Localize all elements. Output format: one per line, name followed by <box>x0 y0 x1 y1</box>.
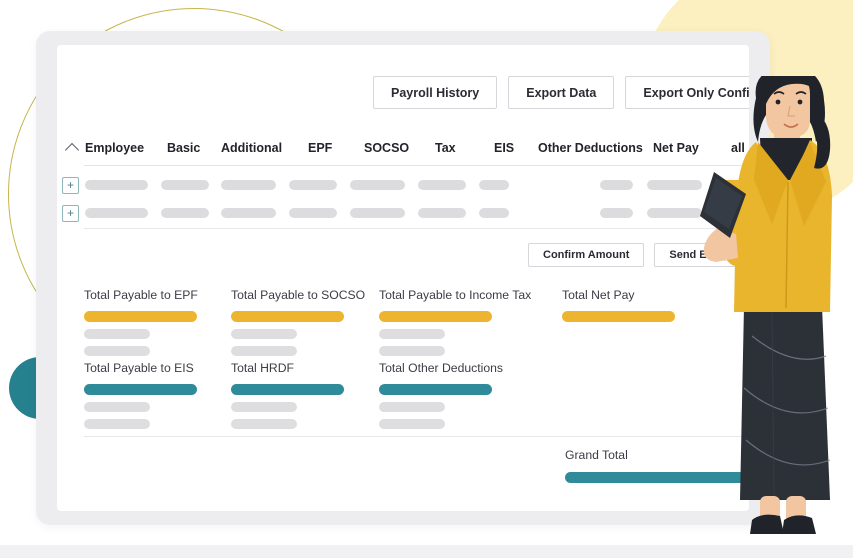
cell-placeholder <box>85 180 148 190</box>
cell-placeholder <box>479 180 509 190</box>
cell-placeholder <box>647 180 702 190</box>
summary-card-socso: Total Payable to SOCSO <box>231 288 381 363</box>
summary-ghost-bar <box>84 419 150 429</box>
grand-total-bar <box>565 472 749 483</box>
summary-value-bar <box>84 311 197 322</box>
cell-placeholder <box>418 208 466 218</box>
cell-placeholder <box>161 180 209 190</box>
column-header-eis[interactable]: EIS <box>494 141 514 155</box>
column-header-all-in-rm[interactable]: all in R <box>731 141 749 155</box>
table-row[interactable]: + <box>57 171 749 199</box>
cell-placeholder <box>600 208 633 218</box>
column-header-socso[interactable]: SOCSO <box>364 141 409 155</box>
summary-ghost-bar <box>84 329 150 339</box>
column-header-employee[interactable]: Employee <box>85 141 144 155</box>
cell-placeholder <box>289 180 337 190</box>
cell-placeholder <box>647 208 702 218</box>
summary-value-bar <box>231 384 344 395</box>
summary-ghost-bar <box>379 402 445 412</box>
cell-placeholder <box>479 208 509 218</box>
summary-label: Total Net Pay <box>562 288 692 302</box>
header-divider <box>84 165 749 166</box>
summary-card-hrdf: Total HRDF <box>231 361 361 436</box>
rows-divider <box>84 228 749 229</box>
export-data-button[interactable]: Export Data <box>508 76 614 109</box>
cell-placeholder <box>350 180 405 190</box>
chevron-up-icon[interactable] <box>57 141 87 155</box>
summary-value-bar <box>84 384 197 395</box>
summary-label: Total Payable to EIS <box>84 361 214 375</box>
send-everyone-button[interactable]: Send Everyone <box>654 243 749 267</box>
cell-placeholder-highlight <box>716 208 749 218</box>
screenshot-root: Payroll History Export Data Export Only … <box>0 0 853 558</box>
column-header-basic[interactable]: Basic <box>167 141 200 155</box>
column-header-tax[interactable]: Tax <box>435 141 456 155</box>
summary-ghost-bar <box>231 402 297 412</box>
summary-ghost-bar <box>84 346 150 356</box>
summary-ghost-bar <box>379 346 445 356</box>
column-header-epf[interactable]: EPF <box>308 141 332 155</box>
cell-placeholder <box>221 180 276 190</box>
summary-ghost-bar <box>231 346 297 356</box>
cell-placeholder <box>289 208 337 218</box>
export-confirmed-button[interactable]: Export Only Confirmed Data <box>625 76 749 109</box>
toolbar: Payroll History Export Data Export Only … <box>373 76 749 109</box>
summary-value-bar <box>231 311 344 322</box>
summary-ghost-bar <box>231 419 297 429</box>
column-header-other-deductions[interactable]: Other Deductions <box>538 141 643 155</box>
grand-total-label: Grand Total <box>565 448 749 462</box>
table-row[interactable]: + <box>57 199 749 227</box>
plus-icon[interactable]: + <box>62 205 79 222</box>
cell-placeholder-highlight <box>716 180 749 190</box>
table-header-row: Employee Basic Additional EPF SOCSO Tax … <box>57 131 749 165</box>
summary-label: Total HRDF <box>231 361 361 375</box>
summary-label: Total Payable to SOCSO <box>231 288 381 302</box>
page-bottom-strip <box>0 545 853 558</box>
cell-placeholder <box>418 180 466 190</box>
cell-placeholder <box>350 208 405 218</box>
grand-total-divider <box>84 436 749 437</box>
summary-ghost-bar <box>379 329 445 339</box>
confirm-amount-button[interactable]: Confirm Amount <box>528 243 644 267</box>
device-frame: Payroll History Export Data Export Only … <box>36 31 770 525</box>
plus-icon[interactable]: + <box>62 177 79 194</box>
summary-label: Total Payable to EPF <box>84 288 214 302</box>
summary-ghost-bar <box>231 329 297 339</box>
summary-value-bar <box>562 311 675 322</box>
summary-card-income-tax: Total Payable to Income Tax <box>379 288 544 363</box>
summary-value-bar <box>379 311 492 322</box>
summary-label: Total Other Deductions <box>379 361 539 375</box>
app-screen: Payroll History Export Data Export Only … <box>57 45 749 511</box>
cell-placeholder <box>85 208 148 218</box>
summary-value-bar <box>379 384 492 395</box>
summary-ghost-bar <box>379 419 445 429</box>
cell-placeholder <box>161 208 209 218</box>
summary-card-eis: Total Payable to EIS <box>84 361 214 436</box>
column-header-net-pay[interactable]: Net Pay <box>653 141 699 155</box>
grand-total-section: Grand Total <box>565 448 749 483</box>
cell-placeholder <box>600 180 633 190</box>
summary-card-net-pay: Total Net Pay <box>562 288 692 329</box>
column-header-additional[interactable]: Additional <box>221 141 282 155</box>
summary-card-epf: Total Payable to EPF <box>84 288 214 363</box>
row-actions: Confirm Amount Send Everyone <box>528 243 749 267</box>
summary-label: Total Payable to Income Tax <box>379 288 544 302</box>
summary-card-other-deductions: Total Other Deductions <box>379 361 539 436</box>
cell-placeholder <box>221 208 276 218</box>
summary-ghost-bar <box>84 402 150 412</box>
payroll-history-button[interactable]: Payroll History <box>373 76 497 109</box>
